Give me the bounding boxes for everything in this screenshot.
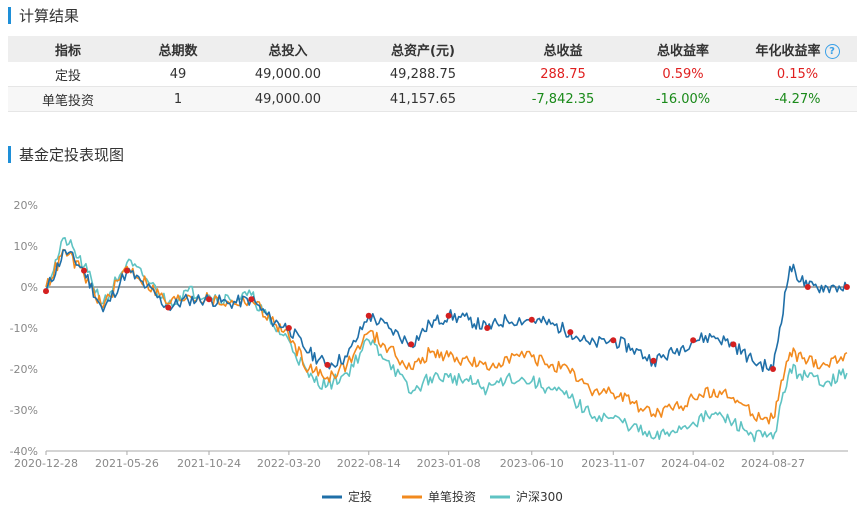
x-axis: 2020-12-28 2021-05-26 2021-10-24 2022-03-20… xyxy=(14,450,848,470)
performance-chart: 20%10%0%-10%-20%-30%-40% 2020-12-28 2021-… xyxy=(10,199,850,504)
section-title-chart: 基金定投表现图 xyxy=(8,145,125,164)
investment-point xyxy=(248,296,255,303)
y-tick-label: 10% xyxy=(14,240,38,253)
series-lines xyxy=(45,237,848,443)
investment-point xyxy=(804,284,811,290)
x-tick-label: 2021-10-24 xyxy=(177,457,241,470)
legend-label: 单笔投资 xyxy=(428,489,476,504)
section-title-text: 计算结果 xyxy=(19,6,80,25)
y-tick-label: 0% xyxy=(21,281,38,294)
question-circle-icon[interactable]: ? xyxy=(824,43,840,59)
results-table: 指标 总期数 总投入 总资产(元) 总收益 总收益率 年化收益率? 定投 49 … xyxy=(8,36,857,112)
cell-rate: 0.59% xyxy=(628,62,738,87)
x-tick-label: 2024-04-02 xyxy=(661,457,725,470)
col-header-rate: 总收益率 xyxy=(628,36,738,62)
x-tick-label: 2023-06-10 xyxy=(500,457,564,470)
col-header-annual-label: 年化收益率 xyxy=(755,43,821,59)
cell-rate: -16.00% xyxy=(628,86,738,112)
col-header-profit: 总收益 xyxy=(498,36,628,62)
investment-point xyxy=(123,267,130,274)
col-header-invest: 总投入 xyxy=(228,36,348,62)
col-header-periods: 总期数 xyxy=(128,36,228,62)
investment-point xyxy=(484,325,491,331)
x-tick-label: 2023-01-08 xyxy=(417,457,481,470)
table-row: 单笔投资 1 49,000.00 41,157.65 -7,842.35 -16… xyxy=(8,86,857,112)
chart-legend: 定投 单笔投资 沪深300 xyxy=(322,489,563,504)
investment-point xyxy=(730,341,737,348)
investment-point xyxy=(365,312,372,319)
col-header-assets: 总资产(元) xyxy=(348,36,498,62)
investment-point xyxy=(206,296,213,303)
x-tick-label: 2022-08-14 xyxy=(337,457,401,470)
investment-point xyxy=(770,366,777,372)
x-tick-label: 2020-12-28 xyxy=(14,457,78,470)
investment-point xyxy=(81,267,88,274)
investment-point xyxy=(165,304,172,311)
x-tick-label: 2024-08-27 xyxy=(741,457,805,470)
section-accent-bar xyxy=(8,6,11,24)
x-tick-label: 2023-11-07 xyxy=(581,457,645,470)
investment-point xyxy=(650,357,657,364)
investment-point xyxy=(324,361,331,368)
cell-profit: -7,842.35 xyxy=(498,86,628,112)
table-row: 定投 49 49,000.00 49,288.75 288.75 0.59% 0… xyxy=(8,62,857,87)
investment-point xyxy=(43,288,49,295)
x-tick-label: 2021-05-26 xyxy=(95,457,159,470)
y-tick-label: -10% xyxy=(10,322,38,335)
investment-point xyxy=(285,325,292,331)
y-tick-label: -20% xyxy=(10,363,38,376)
cell-profit: 288.75 xyxy=(498,62,628,87)
cell-name: 定投 xyxy=(8,62,128,87)
col-header-annual: 年化收益率? xyxy=(738,36,857,62)
danbi-line xyxy=(45,248,848,425)
cell-assets: 49,288.75 xyxy=(348,62,498,87)
section-title-text: 基金定投表现图 xyxy=(19,145,125,164)
cell-periods: 49 xyxy=(128,62,228,87)
investment-point xyxy=(567,329,574,336)
cell-invest: 49,000.00 xyxy=(228,86,348,112)
col-header-indicator: 指标 xyxy=(8,36,128,62)
table-header-row: 指标 总期数 总投入 总资产(元) 总收益 总收益率 年化收益率? xyxy=(8,36,857,62)
investment-point xyxy=(528,316,535,323)
x-tick-label: 2022-03-20 xyxy=(257,457,321,470)
investment-point xyxy=(690,337,697,344)
investment-point xyxy=(408,341,415,348)
section-accent-bar xyxy=(8,145,11,163)
cell-periods: 1 xyxy=(128,86,228,112)
section-title-results: 计算结果 xyxy=(8,6,80,25)
cell-invest: 49,000.00 xyxy=(228,62,348,87)
y-tick-label: 20% xyxy=(14,199,38,212)
investment-point xyxy=(843,284,850,290)
cell-name: 单笔投资 xyxy=(8,86,128,112)
cell-annual: 0.15% xyxy=(738,62,857,87)
investment-point xyxy=(445,312,452,319)
investment-markers xyxy=(43,267,850,372)
cell-assets: 41,157.65 xyxy=(348,86,498,112)
y-tick-label: -30% xyxy=(10,404,38,417)
cell-annual: -4.27% xyxy=(738,86,857,112)
legend-label: 定投 xyxy=(348,489,372,504)
legend-label: 沪深300 xyxy=(516,490,563,504)
y-axis: 20%10%0%-10%-20%-30%-40% xyxy=(10,199,848,458)
investment-point xyxy=(610,337,617,344)
